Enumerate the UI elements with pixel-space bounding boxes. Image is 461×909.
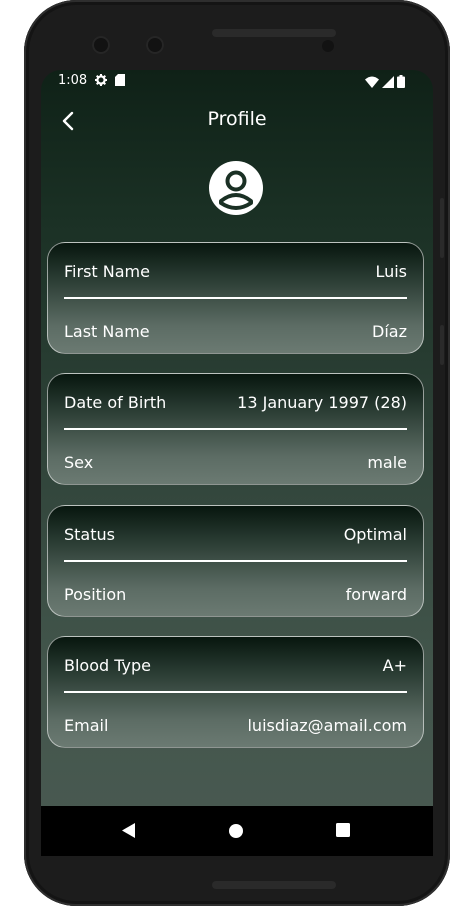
birth-sex-card: Date of Birth 13 January 1997 (28) Sex m… (47, 373, 424, 485)
date-of-birth-label: Date of Birth (64, 392, 167, 412)
app-screen: 1:08 Profile First Name Luis Last Name D… (41, 70, 433, 856)
first-name-row[interactable]: First Name Luis (64, 257, 407, 285)
page-title: Profile (207, 108, 267, 130)
blood-type-label: Blood Type (64, 655, 151, 675)
triangle-back-icon[interactable] (121, 823, 136, 838)
signal-icon (382, 75, 394, 88)
email-row[interactable]: Email luisdiaz@amail.com (64, 711, 407, 739)
front-camera-icon (146, 36, 164, 54)
battery-icon (397, 75, 405, 88)
date-of-birth-value: 13 January 1997 (28) (237, 392, 407, 412)
square-recents-icon[interactable] (336, 823, 350, 837)
status-bar: 1:08 (41, 70, 433, 94)
blood-type-value: A+ (382, 655, 407, 675)
position-value: forward (345, 584, 407, 604)
volume-button (440, 198, 444, 258)
position-label: Position (64, 584, 127, 604)
status-label: Status (64, 524, 115, 544)
name-card: First Name Luis Last Name Díaz (47, 242, 424, 354)
sex-label: Sex (64, 452, 94, 472)
sex-row[interactable]: Sex male (64, 448, 407, 476)
date-of-birth-row[interactable]: Date of Birth 13 January 1997 (28) (64, 388, 407, 416)
divider (64, 297, 407, 299)
earpiece-speaker (212, 29, 336, 37)
first-name-value: Luis (375, 261, 407, 281)
sex-value: male (367, 452, 407, 472)
sd-card-icon (115, 74, 125, 86)
first-name-label: First Name (64, 261, 150, 281)
divider (64, 428, 407, 430)
position-row[interactable]: Position forward (64, 580, 407, 608)
power-button (440, 325, 444, 365)
circle-home-icon[interactable] (228, 823, 244, 839)
gear-icon (95, 74, 107, 86)
status-row[interactable]: Status Optimal (64, 520, 407, 548)
status-time: 1:08 (58, 73, 88, 88)
status-position-card: Status Optimal Position forward (47, 505, 424, 617)
email-label: Email (64, 715, 109, 735)
email-value: luisdiaz@amail.com (247, 715, 407, 735)
system-nav-bar (41, 806, 433, 856)
account-circle-icon (209, 161, 263, 215)
blood-type-row[interactable]: Blood Type A+ (64, 651, 407, 679)
app-bar: Profile (41, 94, 433, 146)
divider (64, 560, 407, 562)
divider (64, 691, 407, 693)
proximity-sensor (322, 40, 334, 52)
last-name-row[interactable]: Last Name Díaz (64, 317, 407, 345)
front-camera-icon (92, 36, 110, 54)
bottom-speaker (212, 881, 336, 889)
status-value: Optimal (343, 524, 407, 544)
last-name-label: Last Name (64, 321, 150, 341)
status-icons-right (365, 75, 405, 88)
last-name-value: Díaz (372, 321, 407, 341)
wifi-icon (365, 76, 379, 88)
status-icons-left (95, 74, 125, 86)
blood-email-card: Blood Type A+ Email luisdiaz@amail.com (47, 636, 424, 748)
